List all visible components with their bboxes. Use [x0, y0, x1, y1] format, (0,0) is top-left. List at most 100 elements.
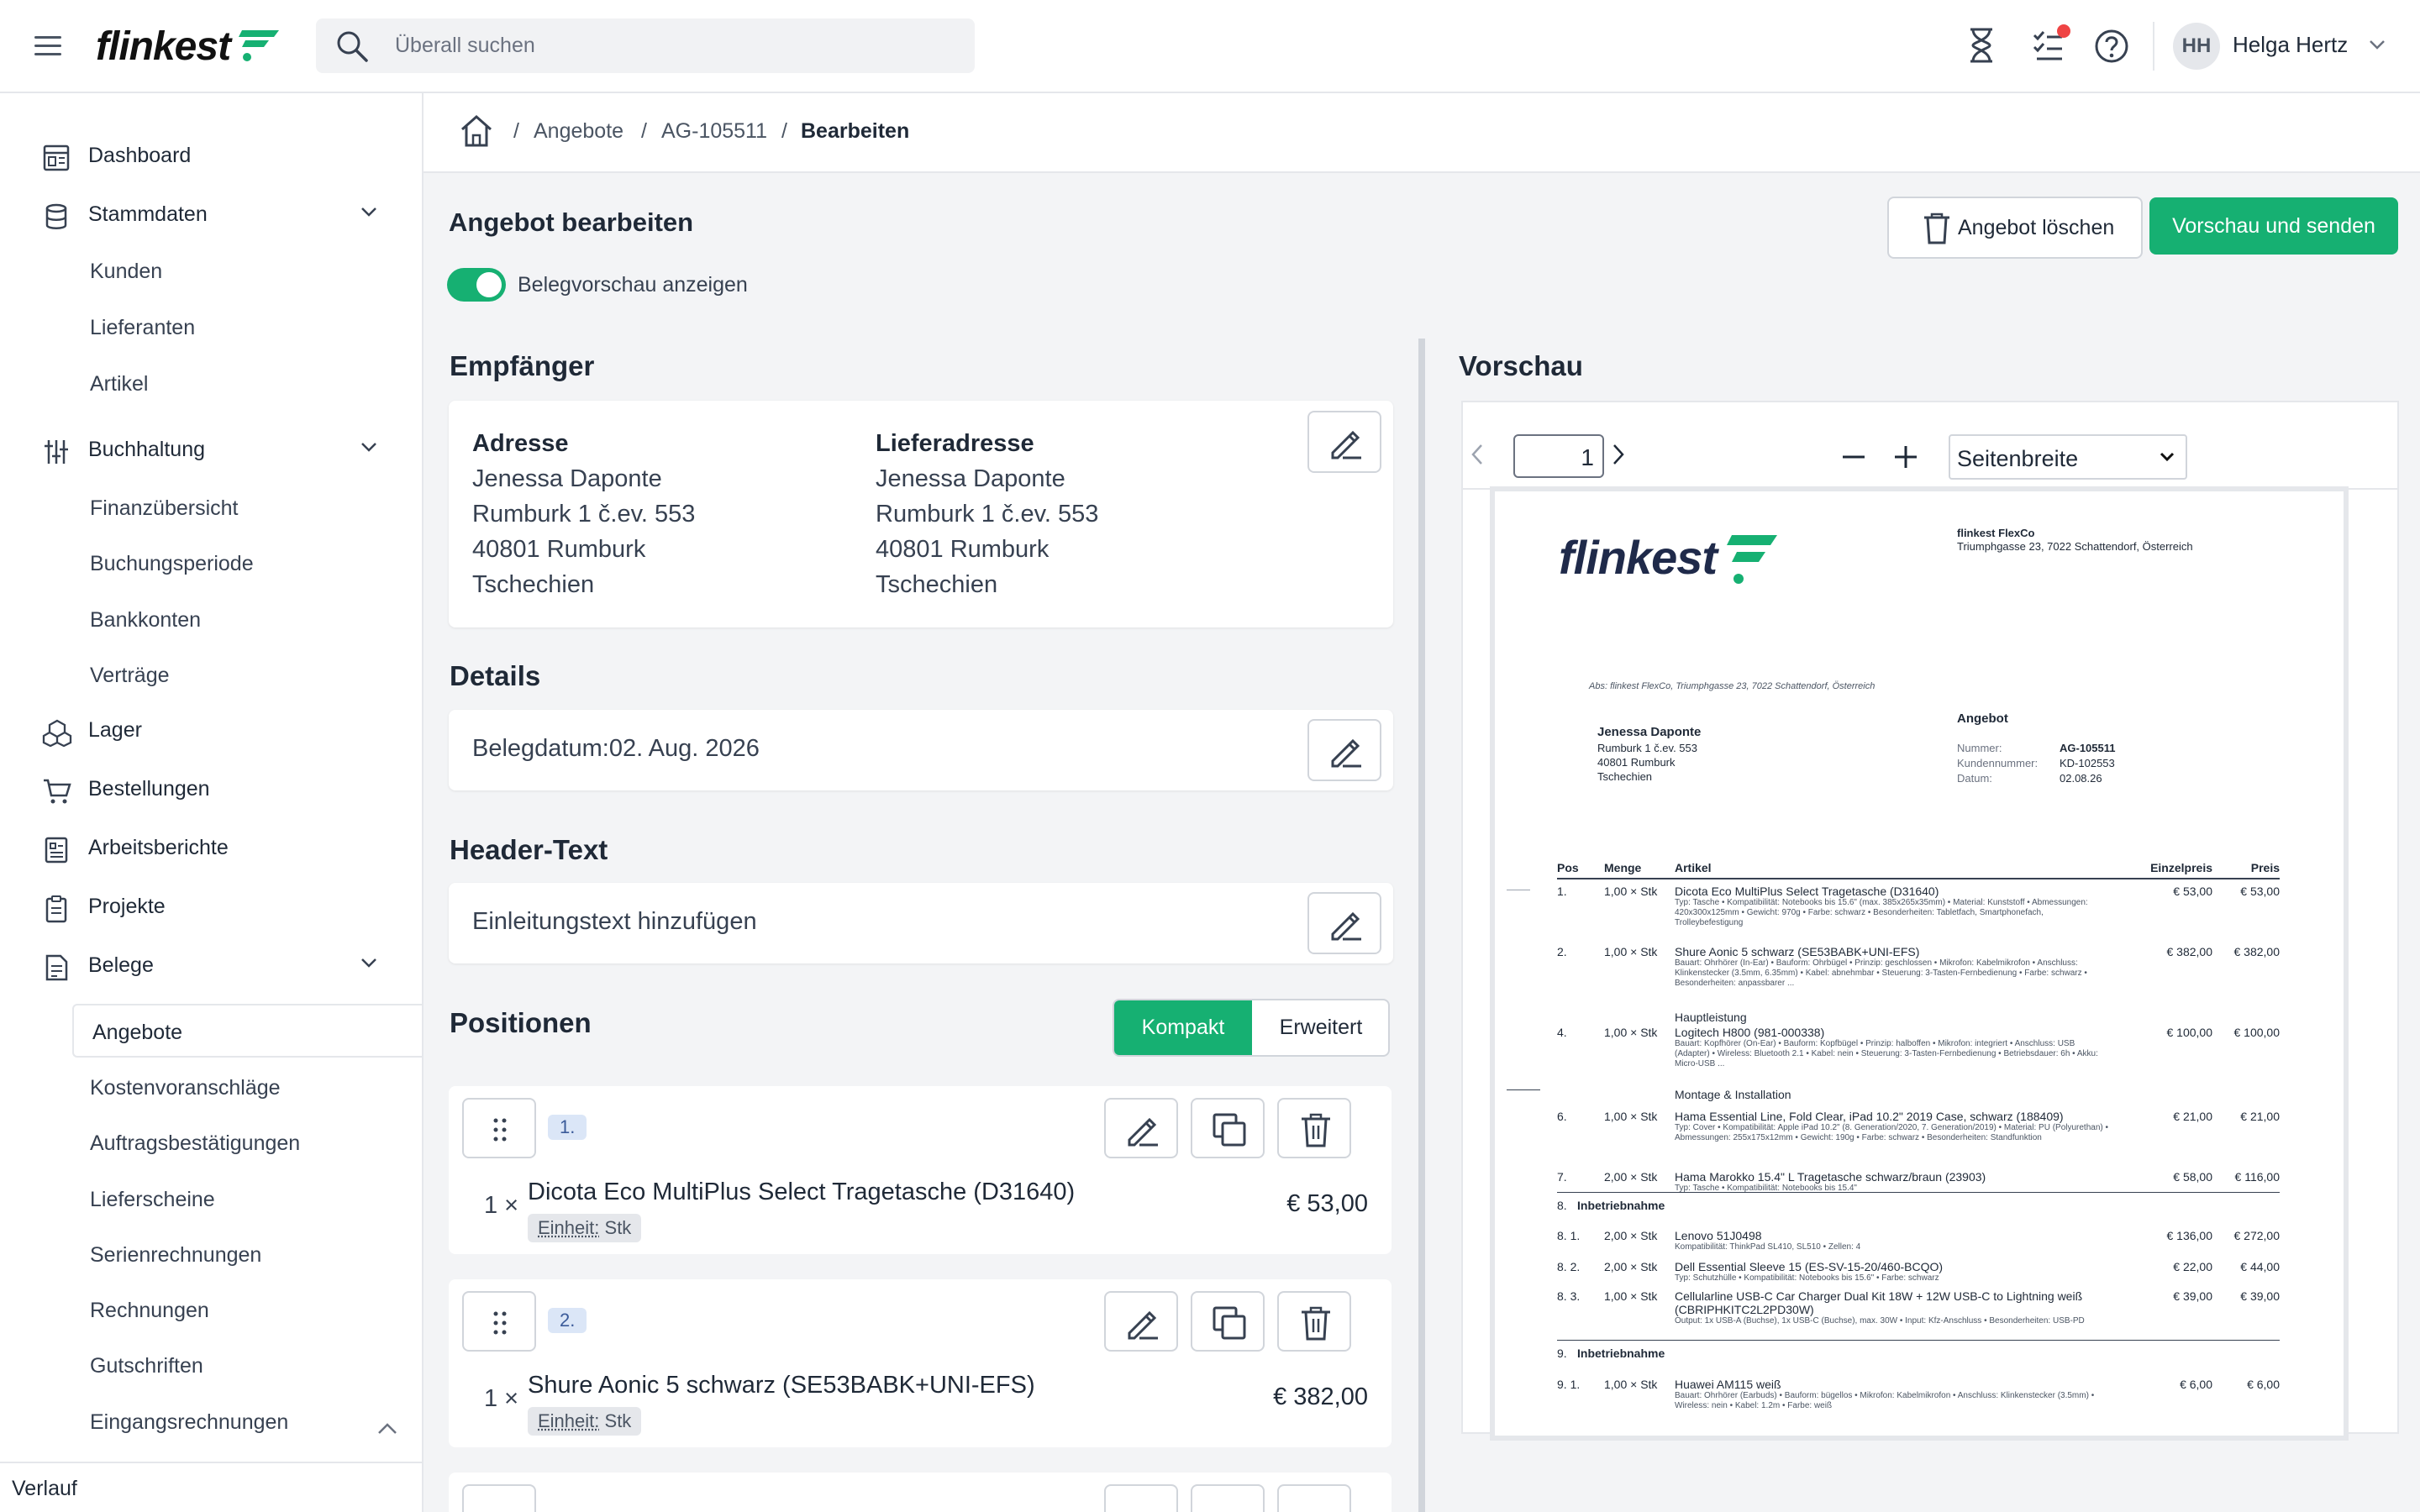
zoom-value: Seitenbreite: [1957, 446, 2079, 471]
row-article-name: Montage & Installation: [1675, 1088, 1791, 1101]
sidebar-item-kunden[interactable]: Kunden: [90, 260, 162, 284]
sidebar-item-arbeitsberichte[interactable]: Arbeitsberichte: [0, 824, 422, 871]
drag-handle[interactable]: [462, 1098, 536, 1158]
address-line: Rumburk 1 č.ev. 553: [876, 501, 1099, 528]
duplicate-position-button[interactable]: [1191, 1098, 1265, 1158]
edit-recipient-button[interactable]: [1307, 411, 1381, 473]
database-icon: [45, 203, 67, 229]
meta-value: KD-102553: [2060, 757, 2115, 769]
chevron-down-icon[interactable]: [2368, 39, 2386, 50]
edit-position-button[interactable]: [1104, 1484, 1178, 1512]
preview-title: Vorschau: [1459, 350, 1583, 381]
sidebar-item-eingangsrechnungen[interactable]: Eingangsrechnungen: [90, 1410, 288, 1435]
breadcrumb-ag-105511[interactable]: AG-105511: [661, 119, 767, 144]
view-mode-toggle: Kompakt Erweitert: [1113, 999, 1390, 1057]
chevron-up-icon[interactable]: [376, 1422, 398, 1436]
breadcrumb-bearbeiten: Bearbeiten: [801, 119, 910, 143]
sidebar-item-artikel[interactable]: Artikel: [90, 372, 148, 396]
sidebar-item-gutschriften[interactable]: Gutschriften: [90, 1354, 203, 1378]
sidebar-item-label: Arbeitsberichte: [88, 836, 229, 859]
dashboard-icon: [43, 144, 70, 171]
chevron-down-icon: [361, 443, 376, 452]
edit-position-button[interactable]: [1104, 1098, 1178, 1158]
position-unit: Einheit: Stk: [528, 1407, 642, 1436]
sidebar-item-buchhaltung[interactable]: Buchhaltung: [0, 426, 422, 473]
recipient-card: Adresse Jenessa Daponte Rumburk 1 č.ev. …: [449, 401, 1393, 627]
chevron-left-icon[interactable]: [1470, 443, 1485, 466]
address-line: Tschechien: [472, 571, 595, 598]
sidebar-item-auftragsbestaetigungen[interactable]: Auftragsbestätigungen: [90, 1131, 300, 1156]
row-quantity: 2,00 × Stk: [1604, 1260, 1658, 1273]
edit-header-text-button[interactable]: [1307, 892, 1381, 954]
row-article: Shure Aonic 5 schwarz (SE53BABK+UNI-EFS)…: [1675, 945, 2112, 989]
group-rule: [1557, 1340, 2280, 1341]
sidebar-item-vertraege[interactable]: Verträge: [90, 664, 170, 688]
drag-handle[interactable]: [462, 1291, 536, 1352]
pencil-icon: [1128, 1117, 1158, 1147]
sliders-icon: [45, 440, 68, 464]
preview-toggle[interactable]: [447, 268, 506, 302]
meta-value: 02.08.26: [2060, 772, 2102, 785]
pencil-icon: [1331, 738, 1361, 768]
duplicate-position-button[interactable]: [1191, 1291, 1265, 1352]
home-icon[interactable]: [459, 113, 494, 149]
compact-view-button[interactable]: Kompakt: [1114, 1000, 1252, 1055]
preview-send-button[interactable]: Vorschau und senden: [2149, 197, 2398, 255]
row-unit-price: € 382,00: [2166, 945, 2213, 958]
page-number-input[interactable]: 1: [1513, 434, 1604, 478]
edit-details-button[interactable]: [1307, 719, 1381, 781]
sidebar-item-label: Belege: [88, 953, 154, 977]
row-article: Inbetriebnahme: [1577, 1199, 2014, 1212]
row-quantity: 1,00 × Stk: [1604, 1289, 1658, 1303]
sidebar-item-projekte[interactable]: Projekte: [0, 883, 422, 930]
global-search[interactable]: [316, 18, 975, 73]
sidebar-item-lager[interactable]: Lager: [0, 706, 422, 753]
breadcrumb-angebote[interactable]: Angebote: [534, 119, 623, 144]
delete-position-button[interactable]: [1277, 1484, 1351, 1512]
sidebar-item-kostenvoranschlaege[interactable]: Kostenvoranschläge: [90, 1076, 281, 1100]
sidebar-item-stammdaten[interactable]: Stammdaten: [0, 191, 422, 238]
menu-icon[interactable]: [32, 32, 64, 60]
delete-position-button[interactable]: [1277, 1291, 1351, 1352]
help-icon[interactable]: [2094, 29, 2129, 64]
zoom-select[interactable]: Seitenbreite: [1949, 434, 2187, 480]
chevron-right-icon[interactable]: [1611, 443, 1626, 466]
drag-handle[interactable]: [462, 1484, 536, 1512]
sidebar-item-buchungsperiode[interactable]: Buchungsperiode: [90, 552, 254, 576]
sidebar-item-bankkonten[interactable]: Bankkonten: [90, 608, 201, 633]
sidebar-item-serienrechnungen[interactable]: Serienrechnungen: [90, 1243, 261, 1268]
zoom-out-icon[interactable]: [1841, 444, 1866, 470]
extended-view-button[interactable]: Erweitert: [1252, 1000, 1388, 1055]
row-price: € 100,00: [2233, 1026, 2281, 1039]
user-name[interactable]: Helga Hertz: [2233, 32, 2348, 58]
sidebar-item-rechnungen[interactable]: Rechnungen: [90, 1299, 209, 1323]
sidebar-item-angebote[interactable]: Angebote: [72, 1004, 424, 1058]
fold-mark: [1507, 1089, 1540, 1090]
position-item: 1. 1 × Dicota Eco MultiPlus Select Trage…: [449, 1086, 1392, 1254]
zoom-in-icon[interactable]: [1893, 444, 1918, 470]
delivery-label: Lieferadresse: [876, 430, 1034, 457]
sidebar-item-lieferanten[interactable]: Lieferanten: [90, 316, 195, 340]
delete-position-button[interactable]: [1277, 1098, 1351, 1158]
duplicate-position-button[interactable]: [1191, 1484, 1265, 1512]
row-position: 7.: [1557, 1170, 1567, 1184]
app-logo[interactable]: flinkest: [96, 24, 279, 70]
avatar[interactable]: HH: [2173, 23, 2220, 70]
table-rule: [1557, 878, 2280, 879]
edit-position-button[interactable]: [1104, 1291, 1178, 1352]
sidebar-item-finanzuebersicht[interactable]: Finanzübersicht: [90, 496, 238, 521]
row-unit-price: € 21,00: [2173, 1110, 2212, 1123]
sidebar-item-dashboard[interactable]: Dashboard: [0, 132, 422, 179]
position-quantity: 1 ×: [484, 1192, 519, 1219]
sidebar-item-belege[interactable]: Belege: [0, 942, 422, 989]
sidebar-item-bestellungen[interactable]: Bestellungen: [0, 765, 422, 812]
delete-offer-button[interactable]: Angebot löschen: [1887, 197, 2143, 259]
search-input[interactable]: [395, 18, 950, 73]
row-unit-price: € 6,00: [2180, 1378, 2212, 1391]
history-link[interactable]: Verlauf: [0, 1462, 422, 1512]
column-resizer[interactable]: [1418, 339, 1425, 1512]
sidebar-item-lieferscheine[interactable]: Lieferscheine: [90, 1188, 215, 1212]
hourglass-icon[interactable]: [1966, 27, 1996, 64]
document-type: Angebot: [1957, 711, 2008, 726]
row-article-name: Cellularline USB-C Car Charger Dual Kit …: [1675, 1289, 2083, 1316]
